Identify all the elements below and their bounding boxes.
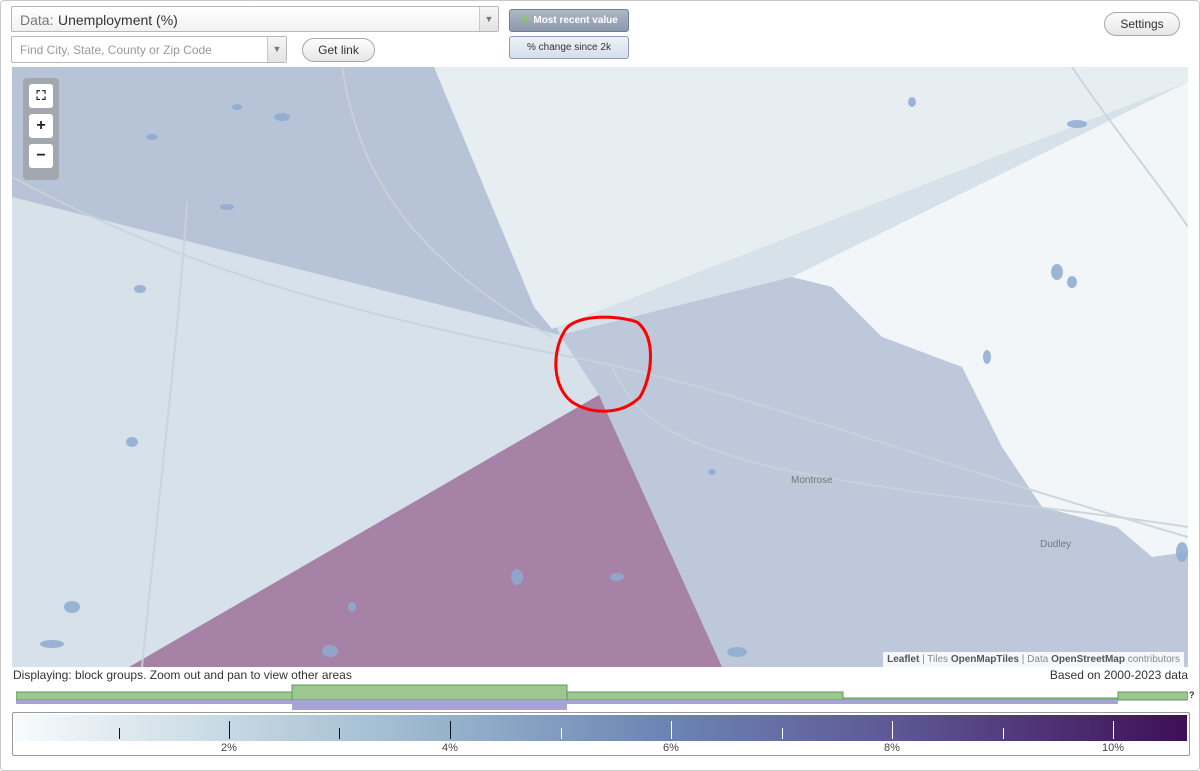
legend-label: 8% <box>884 742 900 754</box>
toolbar: Data: Unemployment (%) ▼ ▼ Get link ✔Mos… <box>0 0 1200 66</box>
percent-change-toggle[interactable]: % change since 2k <box>509 36 629 59</box>
legend-tick <box>1113 721 1114 739</box>
data-select[interactable]: Data: Unemployment (%) ▼ <box>11 6 499 32</box>
legend-tick <box>119 728 120 739</box>
map-view[interactable]: Montrose Dudley ⛶ + − Leaflet | Tiles Op… <box>12 67 1188 667</box>
location-search[interactable]: ▼ <box>11 36 287 63</box>
color-legend: 2% 4% 6% 8% 10% <box>12 712 1190 756</box>
legend-gradient <box>15 715 1187 741</box>
coverage-segment <box>292 700 567 710</box>
data-select-value: Unemployment (%) <box>58 12 178 28</box>
osm-link[interactable]: OpenStreetMap <box>1051 654 1125 665</box>
get-link-button[interactable]: Get link <box>302 38 375 62</box>
legend-label: 2% <box>221 742 237 754</box>
zoom-out-icon[interactable]: − <box>29 144 53 168</box>
place-label-dudley: Dudley <box>1040 539 1072 550</box>
coverage-segment <box>291 684 568 701</box>
attribution-text: contributors <box>1124 654 1180 665</box>
legend-tick <box>671 721 672 739</box>
legend-tick <box>561 728 562 739</box>
zoom-in-icon[interactable]: + <box>29 114 53 138</box>
legend-tick <box>450 721 451 739</box>
search-input[interactable] <box>20 41 260 59</box>
legend-tick <box>1003 728 1004 739</box>
data-select-prefix: Data: <box>20 12 54 28</box>
fullscreen-icon[interactable]: ⛶ <box>29 84 53 108</box>
data-range-note: Based on 2000-2023 data <box>1049 668 1188 682</box>
settings-button[interactable]: Settings <box>1104 12 1180 36</box>
most-recent-value-toggle[interactable]: ✔ Most recent value <box>509 9 629 32</box>
most-recent-value-label: Most recent value <box>533 15 618 26</box>
coverage-segment <box>16 691 293 701</box>
coverage-segment <box>566 691 844 701</box>
coverage-segment <box>842 697 1119 701</box>
leaflet-link[interactable]: Leaflet <box>887 654 919 665</box>
displaying-note: Displaying: block groups. Zoom out and p… <box>13 668 352 682</box>
zoom-controls: ⛶ + − <box>23 78 59 180</box>
checkmark-icon: ✔ <box>520 14 530 26</box>
place-label-montrose: Montrose <box>791 475 833 486</box>
coverage-help-icon[interactable]: ? <box>1189 690 1195 700</box>
chevron-down-icon[interactable]: ▼ <box>479 7 498 31</box>
legend-tick <box>782 728 783 739</box>
map-attribution: Leaflet | Tiles OpenMapTiles | Data Open… <box>883 652 1184 667</box>
tiles-link[interactable]: OpenMapTiles <box>951 654 1019 665</box>
data-coverage-timeline[interactable] <box>16 684 1188 710</box>
legend-label: 10% <box>1101 742 1125 754</box>
chevron-down-icon[interactable]: ▼ <box>267 37 286 62</box>
legend-label: 4% <box>442 742 458 754</box>
legend-label: 6% <box>663 742 679 754</box>
legend-tick <box>892 721 893 739</box>
attribution-text: | Data <box>1019 654 1052 665</box>
legend-tick <box>339 728 340 739</box>
legend-tick <box>229 721 230 739</box>
attribution-text: | Tiles <box>919 654 951 665</box>
choropleth-layer <box>12 67 1188 667</box>
coverage-segment <box>1117 691 1188 701</box>
